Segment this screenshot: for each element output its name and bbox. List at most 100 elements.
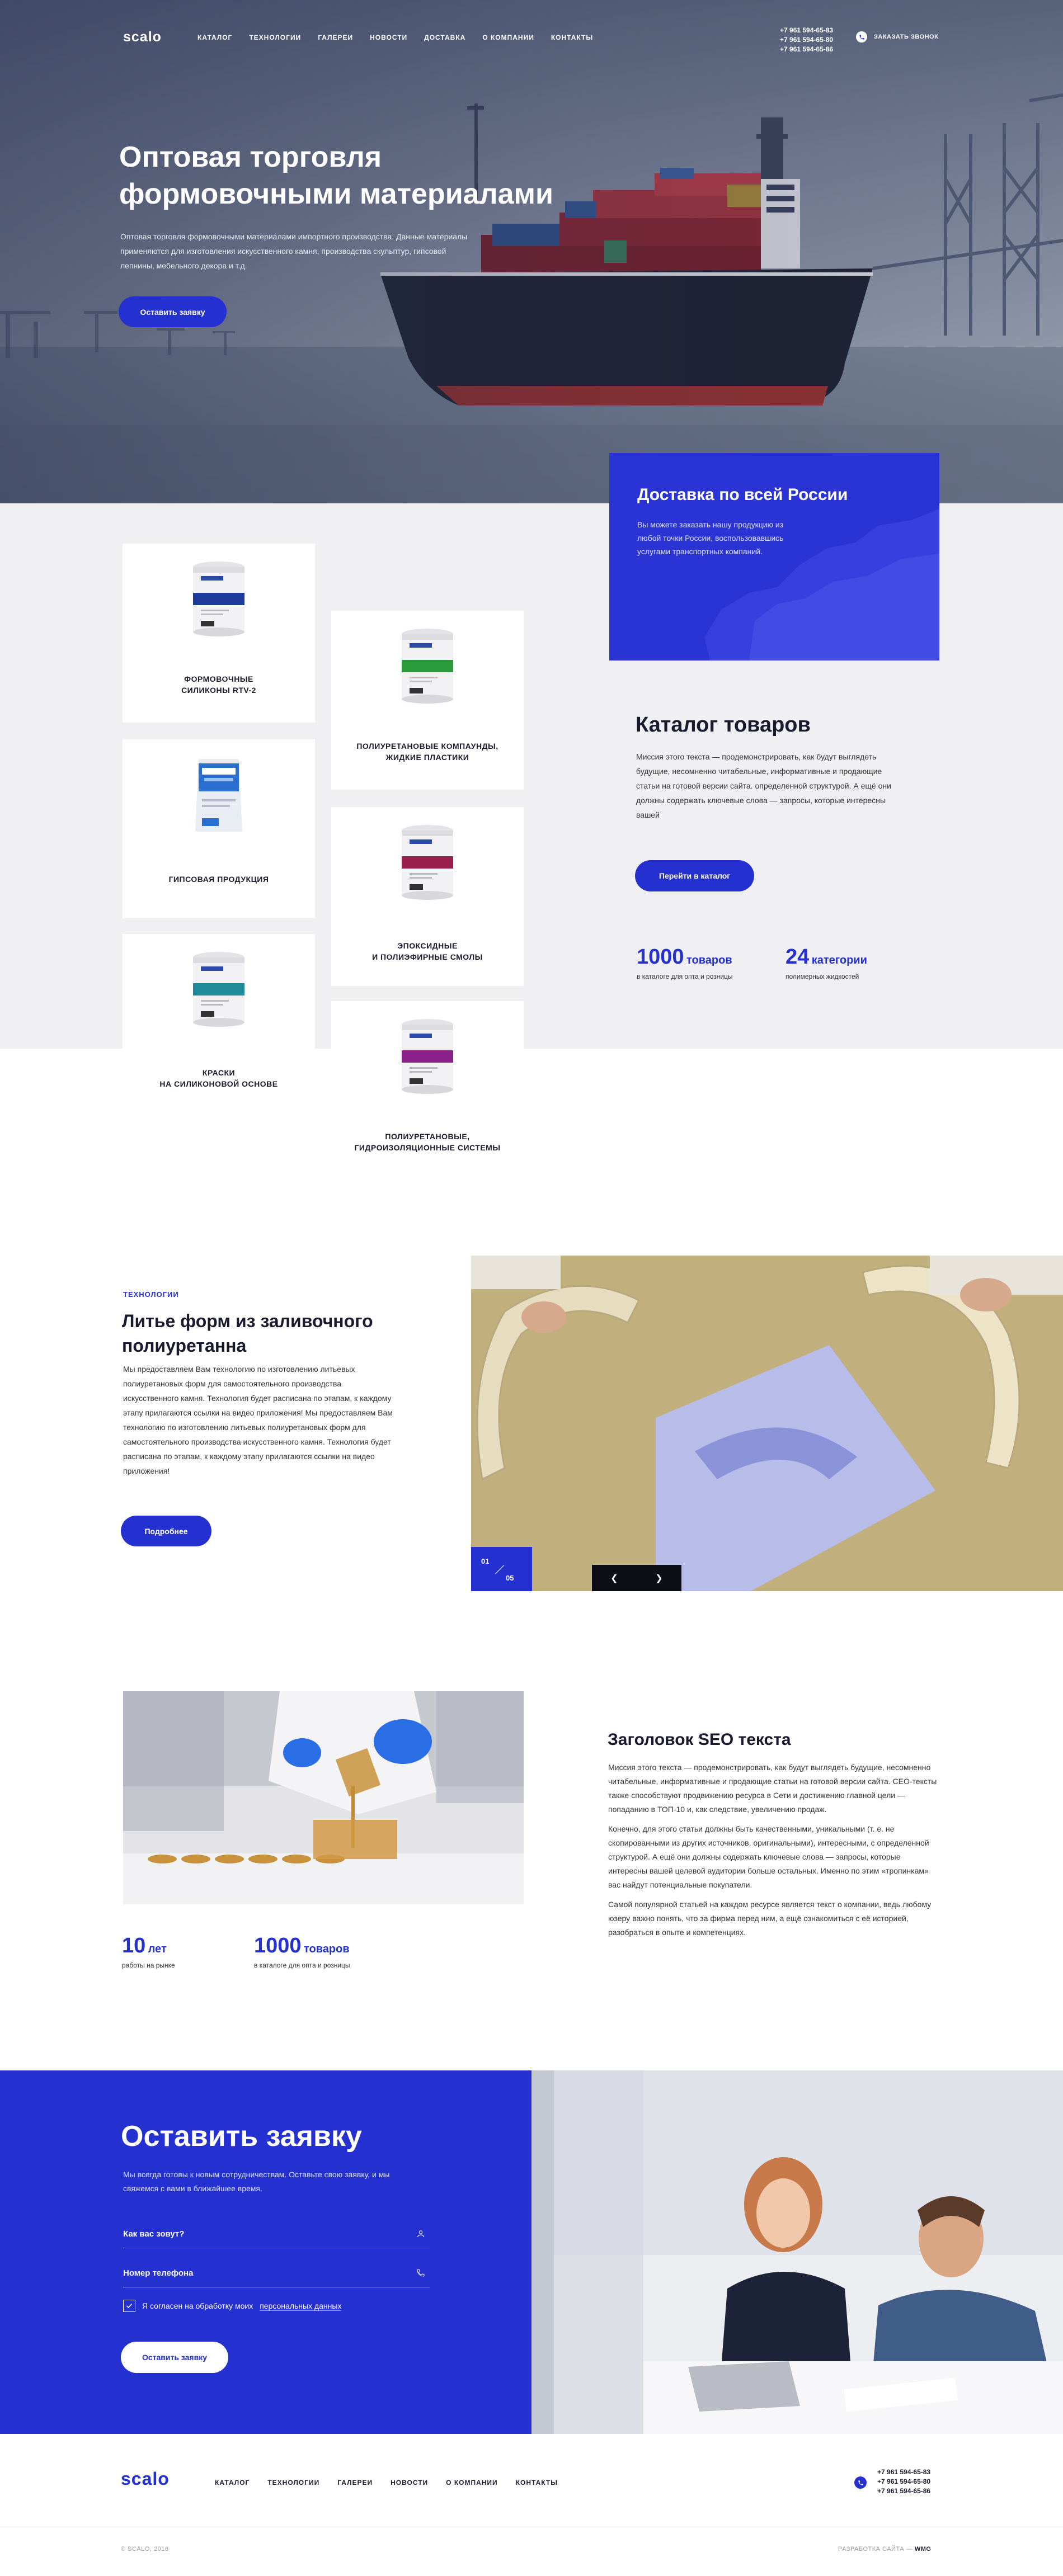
product-card-epoxy-resins[interactable]: ЭПОКСИДНЫЕ И ПОЛИЭФИРНЫЕ СМОЛЫ	[331, 807, 524, 986]
delivery-title: Доставка по всей России	[637, 485, 848, 504]
seo-paragraph-3: Самой популярной статьей на каждом ресур…	[608, 1900, 932, 1937]
product-label-line-2: СИЛИКОНЫ RTV-2	[181, 686, 256, 695]
seo-paragraph-1: Миссия этого текста — продемонстрировать…	[608, 1763, 937, 1814]
header-phone-1[interactable]: +7 961 594-65-83	[780, 26, 833, 34]
footer-menu: КАТАЛОГ ТЕХНОЛОГИИ ГАЛЕРЕИ НОВОСТИ О КОМ…	[215, 2479, 576, 2487]
product-label-line-2: ЖИДКИЕ ПЛАСТИКИ	[385, 753, 469, 762]
stat-categories: 24 категории полимерных жидкостей	[786, 945, 867, 980]
technology-text: Мы предоставляем Вам технологию по изгот…	[123, 1365, 393, 1475]
gypsum-bag-image	[195, 759, 242, 832]
footer-logo[interactable]: scalo	[121, 2469, 170, 2489]
slide-current: 01	[481, 1557, 490, 1565]
header-phones: +7 961 594-65-83 +7 961 594-65-80 +7 961…	[780, 26, 833, 54]
user-icon	[417, 2230, 424, 2238]
nav-item-galleries[interactable]: ГАЛЕРЕИ	[318, 34, 353, 41]
hero-title-line-2: формовочными материалами	[119, 178, 553, 210]
product-card-gypsum[interactable]: ГИПСОВАЯ ПРОДУКЦИЯ	[123, 739, 315, 918]
nav-item-about[interactable]: О КОМПАНИИ	[482, 34, 534, 41]
product-label-line-2: И ПОЛИЭФИРНЫЕ СМОЛЫ	[372, 952, 483, 961]
consent-row: Я согласен на обработку моих персональны…	[123, 2300, 342, 2312]
nav-item-news[interactable]: НОВОСТИ	[370, 34, 407, 41]
footer-nav-about[interactable]: О КОМПАНИИ	[446, 2479, 498, 2487]
stat-number: 24	[786, 945, 810, 969]
product-label: ГИПСОВАЯ ПРОДУКЦИЯ	[123, 874, 315, 885]
stat-caption: полимерных жидкостей	[786, 973, 859, 980]
hero-section: scalo КАТАЛОГ ТЕХНОЛОГИИ ГАЛЕРЕИ НОВОСТИ…	[0, 0, 1063, 503]
developer-credit: РАЗРАБОТКА САЙТА — WMG	[838, 2546, 931, 2553]
nav-item-catalog[interactable]: КАТАЛОГ	[197, 34, 232, 41]
submit-request-button[interactable]: Оставить заявку	[121, 2342, 228, 2373]
slide-total: 05	[506, 1574, 514, 1582]
product-card-silicone-paints[interactable]: КРАСКИ НА СИЛИКОНОВОЙ ОСНОВЕ	[123, 934, 315, 1113]
footer-phones: +7 961 594-65-83 +7 961 594-65-80 +7 961…	[877, 2468, 930, 2496]
footer-nav-contacts[interactable]: КОНТАКТЫ	[516, 2479, 558, 2487]
office-photo	[532, 2070, 1063, 2434]
stat-number: 1000	[637, 945, 684, 969]
product-label: ФОРМОВОЧНЫЕ СИЛИКОНЫ RTV-2	[123, 673, 315, 696]
catalog-title: Каталог товаров	[636, 713, 811, 737]
callback-label: ЗАКАЗАТЬ ЗВОНОК	[874, 34, 939, 40]
go-to-catalog-button[interactable]: Перейти в каталог	[635, 860, 754, 891]
phone-field	[123, 2259, 430, 2287]
hero-request-button[interactable]: Оставить заявку	[119, 296, 227, 327]
product-card-polyurethane-compounds[interactable]: ПОЛИУРЕТАНОВЫЕ КОМПАУНДЫ, ЖИДКИЕ ПЛАСТИК…	[331, 611, 524, 790]
developer-link[interactable]: WMG	[915, 2546, 932, 2553]
product-jar-image	[402, 825, 453, 900]
stat-unit: товаров	[304, 1943, 350, 1955]
phone-icon	[856, 31, 867, 43]
footer-phone-1[interactable]: +7 961 594-65-83	[877, 2468, 930, 2476]
request-text: Мы всегда готовы к новым сотрудничествам…	[123, 2170, 390, 2193]
product-label-line-2: НА СИЛИКОНОВОЙ ОСНОВЕ	[159, 1079, 278, 1088]
slider-arrows: ❮ ❯	[592, 1565, 681, 1591]
stat-products: 1000 товаров в каталоге для опта и розни…	[637, 945, 733, 980]
developer-prefix: РАЗРАБОТКА САЙТА —	[838, 2546, 913, 2553]
seo-text: Миссия этого текста — продемонстрировать…	[608, 1761, 942, 1945]
footer-phone-3[interactable]: +7 961 594-65-86	[877, 2487, 930, 2495]
product-label-line-1: ПОЛИУРЕТАНОВЫЕ КОМПАУНДЫ,	[356, 742, 498, 751]
product-card-waterproofing-systems[interactable]: ПОЛИУРЕТАНОВЫЕ, ГИДРОИЗОЛЯЦИОННЫЕ СИСТЕМ…	[331, 1001, 524, 1180]
callback-button[interactable]: ЗАКАЗАТЬ ЗВОНОК	[856, 31, 938, 43]
phone-input[interactable]	[123, 2259, 403, 2286]
technology-title: Литье форм из заливочного полиуретанна	[122, 1311, 373, 1356]
slider-next-arrow-icon[interactable]: ❯	[655, 1573, 662, 1584]
stat-number: 1000	[254, 1934, 302, 1957]
footer-nav-technologies[interactable]: ТЕХНОЛОГИИ	[267, 2479, 319, 2487]
stat-unit: товаров	[686, 954, 732, 966]
technology-slider-image	[471, 1256, 1063, 1591]
product-jar-image	[402, 1019, 453, 1094]
stat-unit: лет	[148, 1943, 167, 1955]
consent-checkbox[interactable]	[123, 2300, 135, 2312]
footer-nav-catalog[interactable]: КАТАЛОГ	[215, 2479, 250, 2487]
nav-item-delivery[interactable]: ДОСТАВКА	[424, 34, 465, 41]
seo-title: Заголовок SEO текста	[608, 1730, 791, 1749]
product-label-line-1: КРАСКИ	[202, 1068, 236, 1077]
product-label-line-2: ГИДРОИЗОЛЯЦИОННЫЕ СИСТЕМЫ	[354, 1143, 501, 1152]
delivery-text: Вы можете заказать нашу продукцию из люб…	[637, 520, 784, 556]
name-input[interactable]	[123, 2220, 403, 2247]
logo[interactable]: scalo	[123, 29, 162, 45]
seo-photo	[123, 1691, 524, 1904]
header-phone-2[interactable]: +7 961 594-65-80	[780, 36, 833, 44]
seo-paragraph-2: Конечно, для этого статьи должны быть ка…	[608, 1824, 929, 1889]
personal-data-link[interactable]: персональных данных	[260, 2301, 342, 2311]
header-phone-3[interactable]: +7 961 594-65-86	[780, 45, 833, 53]
nav-menu: КАТАЛОГ ТЕХНОЛОГИИ ГАЛЕРЕИ НОВОСТИ ДОСТА…	[197, 34, 610, 41]
technology-more-button[interactable]: Подробнее	[121, 1516, 211, 1546]
molding-photo	[471, 1256, 1063, 1591]
catalog-text: Миссия этого текста — продемонстрировать…	[636, 752, 891, 819]
technology-tag: ТЕХНОЛОГИИ	[123, 1290, 179, 1299]
product-label-line-1: ЭПОКСИДНЫЕ	[397, 941, 458, 950]
nav-item-contacts[interactable]: КОНТАКТЫ	[551, 34, 593, 41]
product-card-silicones[interactable]: ФОРМОВОЧНЫЕ СИЛИКОНЫ RTV-2	[123, 544, 315, 723]
nav-item-technologies[interactable]: ТЕХНОЛОГИИ	[249, 34, 301, 41]
footer-nav-galleries[interactable]: ГАЛЕРЕИ	[337, 2479, 373, 2487]
request-title: Оставить заявку	[121, 2120, 362, 2153]
product-jar-image	[193, 952, 244, 1027]
product-label-line-1: ПОЛИУРЕТАНОВЫЕ,	[385, 1132, 470, 1141]
checkmark-icon	[126, 2303, 133, 2309]
footer-phone-2[interactable]: +7 961 594-65-80	[877, 2478, 930, 2485]
footer-nav-news[interactable]: НОВОСТИ	[391, 2479, 428, 2487]
slider-prev-arrow-icon[interactable]: ❮	[610, 1573, 618, 1584]
request-section: Оставить заявку Мы всегда готовы к новым…	[0, 2070, 532, 2434]
counter-divider	[495, 1565, 505, 1574]
